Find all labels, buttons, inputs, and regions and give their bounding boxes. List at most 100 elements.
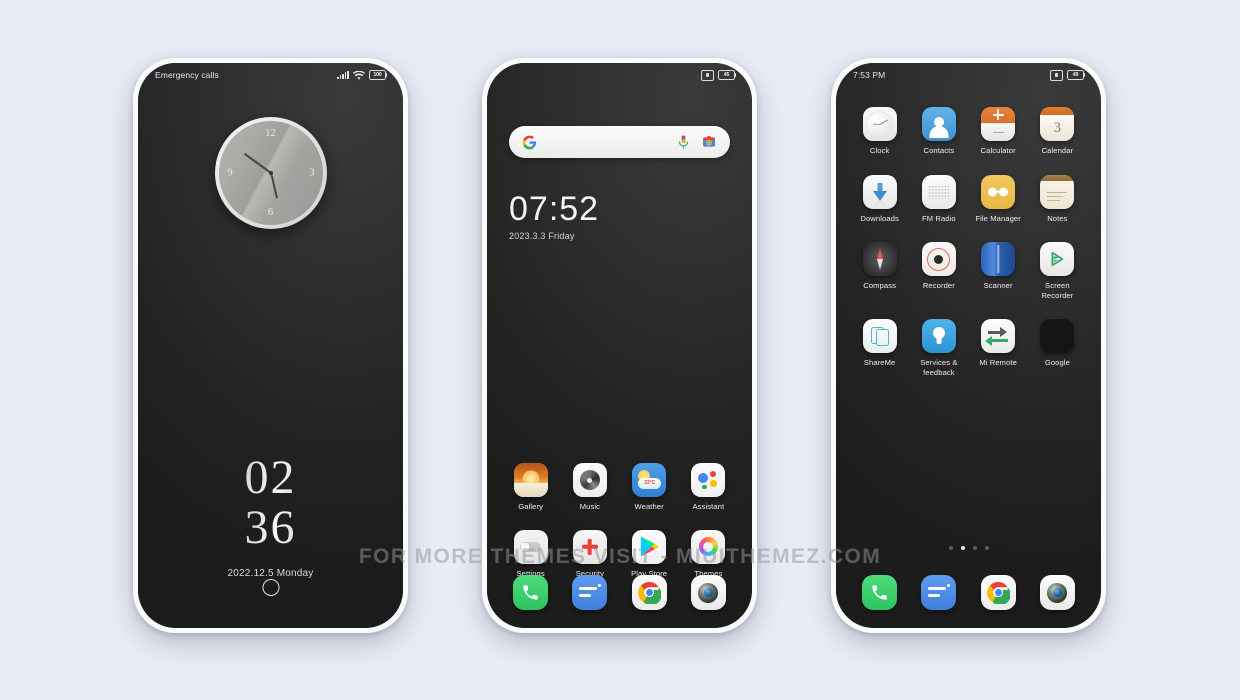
app-compass[interactable]: Compass bbox=[850, 242, 909, 300]
clock-minute-hand bbox=[243, 152, 272, 174]
appdrawer-app-grid: Clock Contacts Calculator 3 Calendar Dow… bbox=[850, 107, 1087, 377]
app-services-feedback[interactable]: Services & feedback bbox=[909, 319, 968, 377]
page-dot[interactable] bbox=[984, 546, 989, 550]
app-label: Music bbox=[579, 502, 601, 511]
analog-clock-widget[interactable]: 12 3 6 9 bbox=[214, 117, 327, 229]
app-music[interactable]: Music bbox=[560, 463, 619, 512]
phone-appdrawer: 7:53 PM 49 Clock Contacts Calculator 3 C… bbox=[831, 58, 1106, 633]
dock-app-camera[interactable] bbox=[1028, 575, 1087, 610]
app-clock[interactable]: Clock bbox=[850, 107, 909, 156]
chrome-icon bbox=[631, 575, 667, 610]
dock-app-phone[interactable] bbox=[501, 575, 560, 610]
app-label: Notes bbox=[1047, 213, 1068, 223]
messages-icon bbox=[921, 575, 957, 610]
battery-icon: 45 bbox=[718, 69, 737, 81]
app-label: Calendar bbox=[1041, 146, 1074, 155]
unlock-ring-icon[interactable] bbox=[262, 579, 279, 596]
page-indicator[interactable] bbox=[836, 546, 1101, 550]
app-play-store[interactable]: Play Store bbox=[620, 529, 679, 579]
app-fm-radio[interactable]: FM Radio bbox=[909, 174, 968, 224]
app-google-folder[interactable]: Google bbox=[1028, 319, 1087, 377]
status-clock: 7:53 PM bbox=[853, 70, 886, 80]
app-themes[interactable]: Themes bbox=[679, 529, 738, 579]
themes-icon bbox=[691, 529, 726, 564]
app-label: File Manager bbox=[975, 213, 1021, 223]
calendar-icon: 3 bbox=[1040, 107, 1075, 141]
app-label: ShareMe bbox=[863, 358, 896, 367]
google-search-bar[interactable] bbox=[509, 126, 730, 158]
lockscreen-status-icons: 100 bbox=[337, 69, 388, 81]
dock-app-camera[interactable] bbox=[679, 575, 738, 610]
app-label: Services & feedback bbox=[920, 358, 958, 377]
lockscreen-minutes: 36 bbox=[138, 503, 403, 553]
lockscreen-hours: 02 bbox=[138, 453, 403, 503]
wifi-icon bbox=[353, 70, 365, 80]
app-gallery[interactable]: Gallery bbox=[501, 463, 560, 512]
app-recorder[interactable]: Recorder bbox=[909, 242, 968, 300]
app-assistant[interactable]: Assistant bbox=[679, 463, 738, 512]
dock-app-phone[interactable] bbox=[850, 575, 909, 610]
contacts-icon bbox=[921, 107, 956, 141]
app-label: Assistant bbox=[692, 502, 725, 511]
fm-radio-icon bbox=[921, 174, 956, 209]
security-icon bbox=[572, 529, 607, 564]
app-security[interactable]: Security bbox=[560, 529, 619, 579]
appdrawer-dock bbox=[850, 575, 1087, 610]
app-label: Screen Recorder bbox=[1041, 281, 1074, 300]
appdrawer-status-icons: 49 bbox=[1050, 69, 1086, 81]
app-scanner[interactable]: Scanner bbox=[969, 242, 1028, 300]
cast-icon bbox=[701, 69, 714, 81]
signal-bars-icon bbox=[337, 70, 349, 79]
screen-recorder-icon bbox=[1040, 242, 1075, 276]
app-label: Recorder bbox=[922, 281, 955, 290]
app-weather[interactable]: 33°C Weather bbox=[620, 463, 679, 512]
phone-lockscreen: Emergency calls 100 12 3 6 9 02 36 2022.… bbox=[133, 58, 408, 633]
screenshot-stage: Emergency calls 100 12 3 6 9 02 36 2022.… bbox=[0, 0, 1240, 700]
app-mi-remote[interactable]: Mi Remote bbox=[969, 319, 1028, 377]
app-calculator[interactable]: Calculator bbox=[969, 107, 1028, 156]
page-dot-active[interactable] bbox=[960, 546, 965, 550]
dock-app-messages[interactable] bbox=[909, 575, 968, 610]
calculator-icon bbox=[981, 107, 1016, 141]
homescreen-time: 07:52 bbox=[509, 190, 600, 228]
homescreen-date: 2023.3.3 Friday bbox=[509, 231, 575, 241]
google-lens-icon[interactable] bbox=[701, 134, 717, 150]
app-notes[interactable]: Notes bbox=[1028, 174, 1087, 224]
app-file-manager[interactable]: File Manager bbox=[969, 174, 1028, 224]
clock-numeral-12: 12 bbox=[265, 128, 276, 139]
play-store-icon bbox=[632, 529, 667, 564]
app-settings[interactable]: Settings bbox=[501, 529, 560, 579]
dock-app-messages[interactable] bbox=[560, 575, 619, 610]
lockscreen-screen: Emergency calls 100 12 3 6 9 02 36 2022.… bbox=[138, 63, 403, 628]
app-screen-recorder[interactable]: Screen Recorder bbox=[1028, 242, 1087, 300]
microphone-icon[interactable] bbox=[677, 135, 690, 150]
assistant-icon bbox=[691, 463, 726, 497]
app-downloads[interactable]: Downloads bbox=[850, 174, 909, 224]
mi-remote-icon bbox=[981, 319, 1016, 353]
google-g-icon bbox=[522, 135, 537, 149]
page-dot[interactable] bbox=[972, 546, 977, 550]
app-calendar[interactable]: 3 Calendar bbox=[1028, 107, 1087, 156]
app-shareme[interactable]: ShareMe bbox=[850, 319, 909, 377]
homescreen-clock-widget[interactable]: 07:52 2023.3.3 Friday bbox=[509, 191, 599, 241]
clock-face: 12 3 6 9 bbox=[218, 121, 323, 225]
battery-icon: 100 bbox=[369, 69, 388, 81]
page-dot[interactable] bbox=[948, 546, 953, 550]
clock-numeral-9: 9 bbox=[227, 167, 233, 179]
file-manager-icon bbox=[981, 174, 1016, 209]
compass-icon bbox=[862, 242, 897, 276]
lockscreen-clock: 02 36 bbox=[138, 453, 403, 553]
dock-app-chrome[interactable] bbox=[969, 575, 1028, 610]
dock-app-chrome[interactable] bbox=[620, 575, 679, 610]
appdrawer-screen: 7:53 PM 49 Clock Contacts Calculator 3 C… bbox=[836, 63, 1101, 628]
homescreen-statusbar: 45 bbox=[487, 63, 752, 87]
cast-icon bbox=[1050, 69, 1063, 81]
recorder-icon bbox=[921, 242, 956, 276]
battery-level: 45 bbox=[723, 72, 730, 78]
app-contacts[interactable]: Contacts bbox=[909, 107, 968, 156]
homescreen-screen: 45 07:52 2023.3.3 Friday Gallery Music 3… bbox=[487, 63, 752, 628]
weather-icon: 33°C bbox=[632, 463, 667, 497]
phone-icon bbox=[513, 575, 549, 610]
app-label: Gallery bbox=[518, 502, 543, 511]
phone-icon bbox=[862, 575, 898, 610]
